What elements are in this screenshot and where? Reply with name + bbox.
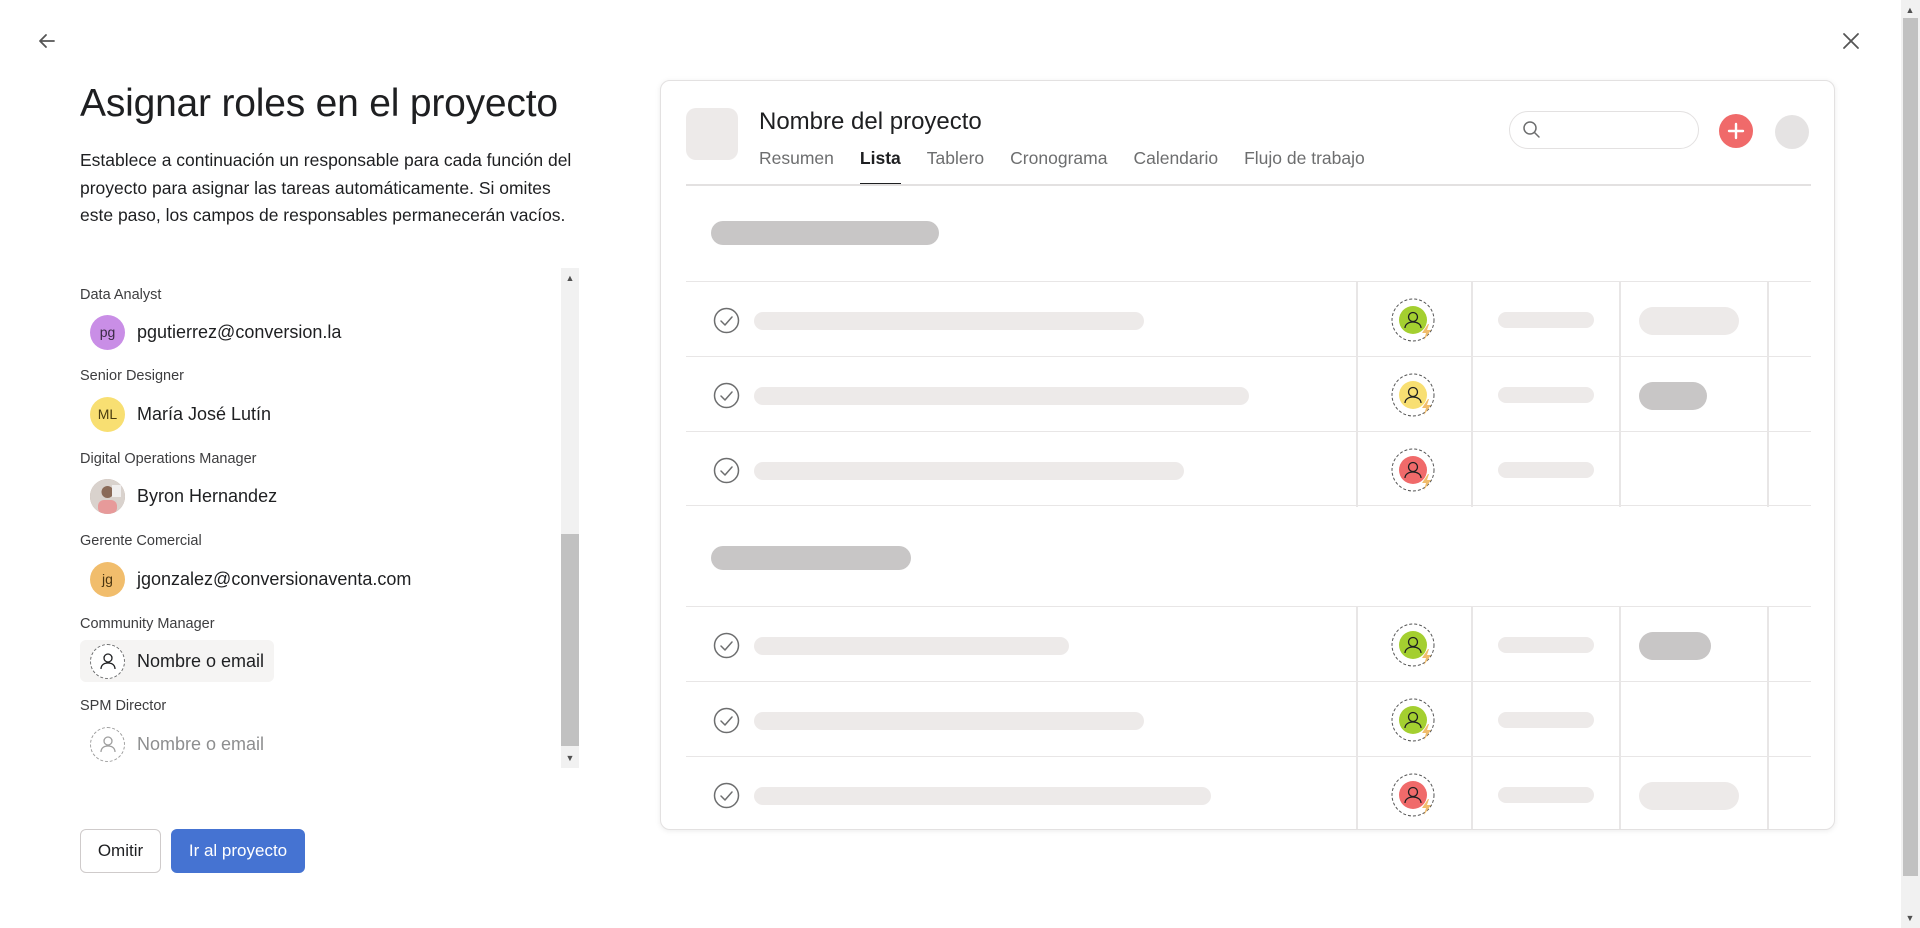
check-circle-icon [713,632,740,659]
role-assignee-icon [1391,623,1435,667]
avatar: pg [90,314,125,350]
go-to-project-button[interactable]: Ir al proyecto [171,829,305,873]
section-header-placeholder [711,221,939,245]
task-name-placeholder [754,637,1069,655]
tab-calendario[interactable]: Calendario [1133,146,1218,186]
date-placeholder [1498,312,1594,328]
field-placeholder [1639,632,1711,660]
role-assignee-gerente-comercial[interactable]: jg jgonzalez@conversionaventa.com [80,558,421,600]
task-name-placeholder [754,712,1144,730]
section-header-placeholder [711,546,911,570]
project-icon [686,108,738,160]
task-name-placeholder [754,462,1184,480]
add-button[interactable] [1719,114,1753,148]
roles-scrollbar-thumb[interactable] [561,534,579,746]
assignee-name: jgonzalez@conversionaventa.com [137,568,412,589]
roles-list[interactable]: Data Analyst pg pgutierrez@conversion.la… [80,268,580,768]
role-assignee-icon [1391,373,1435,417]
window-scroll-up-arrow-icon[interactable]: ▲ [1901,2,1919,18]
role-label: Digital Operations Manager [80,451,257,467]
date-placeholder [1498,787,1594,803]
role-assignee-icon [1391,298,1435,342]
role-label: Community Manager [80,616,215,632]
assignee-name: Byron Hernandez [137,485,278,506]
scroll-down-arrow-icon[interactable]: ▼ [561,750,579,766]
assignee-name: María José Lutín [137,403,272,424]
field-placeholder [1639,382,1707,410]
person-icon [99,653,116,670]
person-icon [99,736,116,753]
table-row [686,281,1811,357]
skip-button[interactable]: Omitir [80,829,161,873]
tab-cronograma[interactable]: Cronograma [1010,146,1107,186]
date-placeholder [1498,462,1594,478]
arrow-left-icon [39,34,55,48]
date-placeholder [1498,637,1594,653]
role-assignee-spm-director[interactable]: Nombre o email [80,723,274,765]
role-label: SPM Director [80,698,167,714]
role-assignee-icon [1391,448,1435,492]
date-placeholder [1498,387,1594,403]
tab-flujo-de-trabajo[interactable]: Flujo de trabajo [1244,146,1365,186]
check-circle-icon [713,457,740,484]
role-label: Gerente Comercial [80,533,202,549]
plus-icon [1727,122,1745,140]
role-label: Senior Designer [80,368,184,384]
person-photo-icon [90,478,125,514]
table-row [686,681,1811,757]
avatar: ML [90,396,125,432]
page-title: Asignar roles en el proyecto [80,82,558,125]
table-row [686,356,1811,432]
role-assignee-icon [1391,698,1435,742]
assignee-name: pgutierrez@conversion.la [137,321,342,342]
search-icon [1523,121,1540,138]
check-circle-icon [713,782,740,809]
check-circle-icon [713,382,740,409]
back-button[interactable] [32,26,62,56]
role-assignee-data-analyst[interactable]: pg pgutierrez@conversion.la [80,311,351,353]
role-assignee-community-manager[interactable]: Nombre o email [80,640,275,682]
close-button[interactable] [1836,26,1866,56]
close-icon [1843,33,1859,49]
user-avatar[interactable] [1775,115,1809,149]
task-name-placeholder [754,787,1211,805]
field-placeholder [1639,307,1739,335]
avatar-photo [90,478,125,514]
scroll-up-arrow-icon[interactable]: ▲ [561,270,579,286]
role-assignee-digital-operations-manager[interactable]: Byron Hernandez [80,475,287,517]
check-circle-icon [713,307,740,334]
table-row [686,756,1811,829]
tab-lista[interactable]: Lista [859,146,901,186]
project-name: Nombre del proyecto [759,108,982,135]
check-circle-icon [713,707,740,734]
table-row [686,431,1811,507]
assignee-input[interactable]: Nombre o email [137,651,264,672]
task-name-placeholder [754,387,1249,405]
tab-resumen[interactable]: Resumen [759,146,834,186]
window-scrollbar-thumb[interactable] [1903,18,1918,876]
assignee-input[interactable]: Nombre o email [137,734,264,755]
project-tabs: Resumen Lista Tablero Cronograma Calenda… [759,146,1391,186]
task-name-placeholder [754,312,1144,330]
window-scroll-down-arrow-icon[interactable]: ▼ [1901,910,1919,926]
avatar: jg [90,561,125,597]
tab-tablero[interactable]: Tablero [927,146,984,186]
date-placeholder [1498,712,1594,728]
empty-avatar [90,643,125,679]
table-row [686,606,1811,682]
project-preview: Nombre del proyecto Resumen Lista Tabler… [660,80,1835,830]
role-assignee-icon [1391,773,1435,817]
role-assignee-senior-designer[interactable]: ML María José Lutín [80,393,281,435]
page-description: Establece a continuación un responsable … [80,150,572,225]
field-placeholder [1639,782,1739,810]
empty-avatar [90,726,125,762]
search-input[interactable] [1509,111,1699,149]
role-label: Data Analyst [80,287,162,303]
header-divider [686,184,1811,186]
